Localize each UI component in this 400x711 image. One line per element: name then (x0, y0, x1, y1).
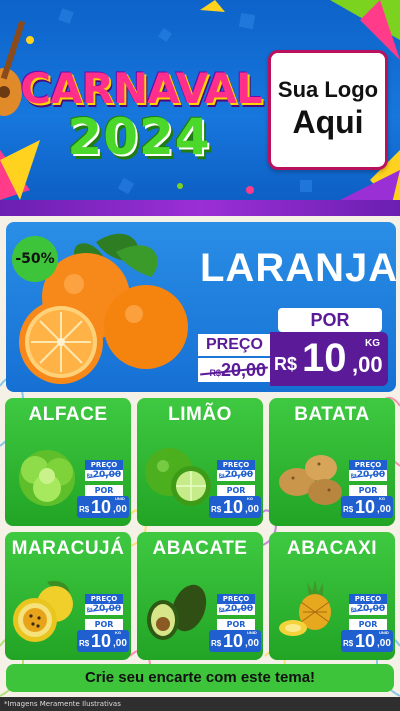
currency: R$ (211, 639, 222, 648)
product-name: BATATA (294, 404, 370, 425)
lettuce-icon (19, 450, 75, 506)
price-decimal: ,00 (113, 638, 127, 649)
product-card-batata[interactable]: BATATA PREÇO R$20,00 POR R$ 10 ,00 KG (269, 398, 395, 526)
price-tag: PREÇO R$20,00 POR R$ 10 ,00 KG (77, 594, 129, 652)
featured-new-price: R$ 10 ,00 KG (270, 332, 388, 386)
disclaimer-text: *Imagens Meramente Ilustrativas (0, 697, 400, 711)
potato-icon (279, 455, 342, 505)
por-label: POR (349, 485, 387, 496)
logo-text-line2: Aqui (292, 104, 364, 140)
price-unit: KG (365, 338, 380, 349)
currency: R$ (79, 639, 90, 648)
old-price: R$20,00 (217, 604, 255, 615)
old-value: 20,00 (224, 470, 254, 480)
new-price: R$ 10 ,00 UNID (209, 630, 261, 652)
price-decimal: ,00 (245, 504, 259, 515)
price-unit: KG (115, 630, 121, 635)
featured-preco-label: PREÇO (198, 334, 270, 356)
price-decimal: ,00 (245, 638, 259, 649)
product-card-abacate[interactable]: ABACATE PREÇO R$20,00 POR R$ 10 ,00 UNID (137, 532, 263, 660)
logo-text-line1: Sua Logo (277, 77, 379, 102)
product-name: ABACAXI (286, 538, 378, 559)
preco-label: PREÇO (85, 594, 123, 604)
old-price: R$20,00 (349, 470, 387, 481)
currency: R$ (343, 639, 354, 648)
price-decimal: ,00 (377, 504, 391, 515)
currency: R$ (211, 505, 222, 514)
old-price: R$20,00 (349, 604, 387, 615)
product-name: ABACATE (152, 538, 248, 559)
logo-placeholder[interactable]: Sua Logo Aqui (268, 50, 388, 170)
product-name: ALFACE (28, 404, 108, 425)
por-label: POR (85, 485, 123, 496)
preco-label: PREÇO (349, 460, 387, 470)
new-price: R$ 10 ,00 UNID (77, 496, 129, 518)
product-name: MARACUJÁ (11, 538, 125, 559)
price-currency: R$ (274, 354, 298, 374)
currency: R$ (79, 505, 90, 514)
product-card-abacaxi[interactable]: ABACAXI PREÇO R$20,00 POR R$ 10 ,00 UNID (269, 532, 395, 660)
price-unit: KG (247, 496, 253, 501)
featured-old-price: PREÇO R$20,00 (198, 334, 270, 384)
new-price: R$ 10 ,00 UNID (341, 630, 393, 652)
featured-product-name: LARANJA (200, 246, 399, 290)
discount-badge: -50% (12, 236, 58, 282)
cta-banner[interactable]: Crie seu encarte com este tema! (6, 664, 394, 692)
old-price: R$20,00 (85, 604, 123, 615)
price-unit: UNID (247, 630, 257, 635)
price-integer: 10 (223, 497, 244, 517)
price-decimal: ,00 (377, 638, 391, 649)
price-decimal: ,00 (113, 504, 127, 515)
por-label: POR (217, 619, 255, 630)
por-label: POR (217, 485, 255, 496)
price-integer: 10 (355, 497, 376, 517)
featured-por-label: POR (278, 308, 382, 332)
por-label: POR (349, 619, 387, 630)
pineapple-icon (279, 580, 331, 636)
header-divider (0, 200, 400, 216)
product-card-maracuja[interactable]: MARACUJÁ PREÇO R$20,00 POR R$ 10 ,00 KG (5, 532, 131, 660)
old-price: R$20,00 (85, 470, 123, 481)
avocado-icon (147, 584, 207, 640)
preco-label: PREÇO (349, 594, 387, 604)
old-value: 20,00 (356, 604, 386, 614)
preco-label: PREÇO (217, 460, 255, 470)
price-integer: 10 (91, 631, 112, 651)
price-integer: 10 (223, 631, 244, 651)
new-price: R$ 10 ,00 KG (77, 630, 129, 652)
price-tag: PREÇO R$20,00 POR R$ 10 ,00 UNID (209, 594, 261, 652)
price-integer: 10 (302, 336, 347, 380)
passion-fruit-icon (13, 580, 73, 642)
price-tag: PREÇO R$20,00 POR R$ 10 ,00 UNID (341, 594, 393, 652)
price-tag: PREÇO R$20,00 POR R$ 10 ,00 UNID (77, 460, 129, 518)
old-value: 20,00 (356, 470, 386, 480)
price-decimal: ,00 (352, 352, 383, 377)
product-card-limao[interactable]: LIMÃO PREÇO R$20,00 POR R$ 10 ,00 KG (137, 398, 263, 526)
price-tag: PREÇO R$20,00 POR R$ 10 ,00 KG (209, 460, 261, 518)
currency: R$ (343, 505, 354, 514)
title-year: 2024 (67, 108, 211, 166)
price-tag: PREÇO R$20,00 POR R$ 10 ,00 KG (341, 460, 393, 518)
new-price: R$ 10 ,00 KG (341, 496, 393, 518)
product-name: LIMÃO (168, 404, 232, 425)
carnival-title: CARNAVAL 2024 (14, 62, 264, 166)
price-integer: 10 (91, 497, 112, 517)
preco-label: PREÇO (217, 594, 255, 604)
price-unit: UNID (115, 496, 125, 501)
carnival-header: CARNAVAL 2024 Sua Logo Aqui (0, 0, 400, 212)
lime-icon (145, 448, 211, 506)
old-value: 20,00 (92, 604, 122, 614)
title-carnaval: CARNAVAL (20, 64, 262, 113)
price-unit: UNID (379, 630, 389, 635)
old-value: 20,00 (92, 470, 122, 480)
price-integer: 10 (355, 631, 376, 651)
new-price: R$ 10 ,00 KG (209, 496, 261, 518)
price-unit: KG (379, 496, 385, 501)
preco-label: PREÇO (85, 460, 123, 470)
old-price: R$20,00 (217, 470, 255, 481)
old-value: 20,00 (224, 604, 254, 614)
por-label: POR (85, 619, 123, 630)
product-card-alface[interactable]: ALFACE PREÇO R$20,00 POR R$ 10 ,00 UNID (5, 398, 131, 526)
